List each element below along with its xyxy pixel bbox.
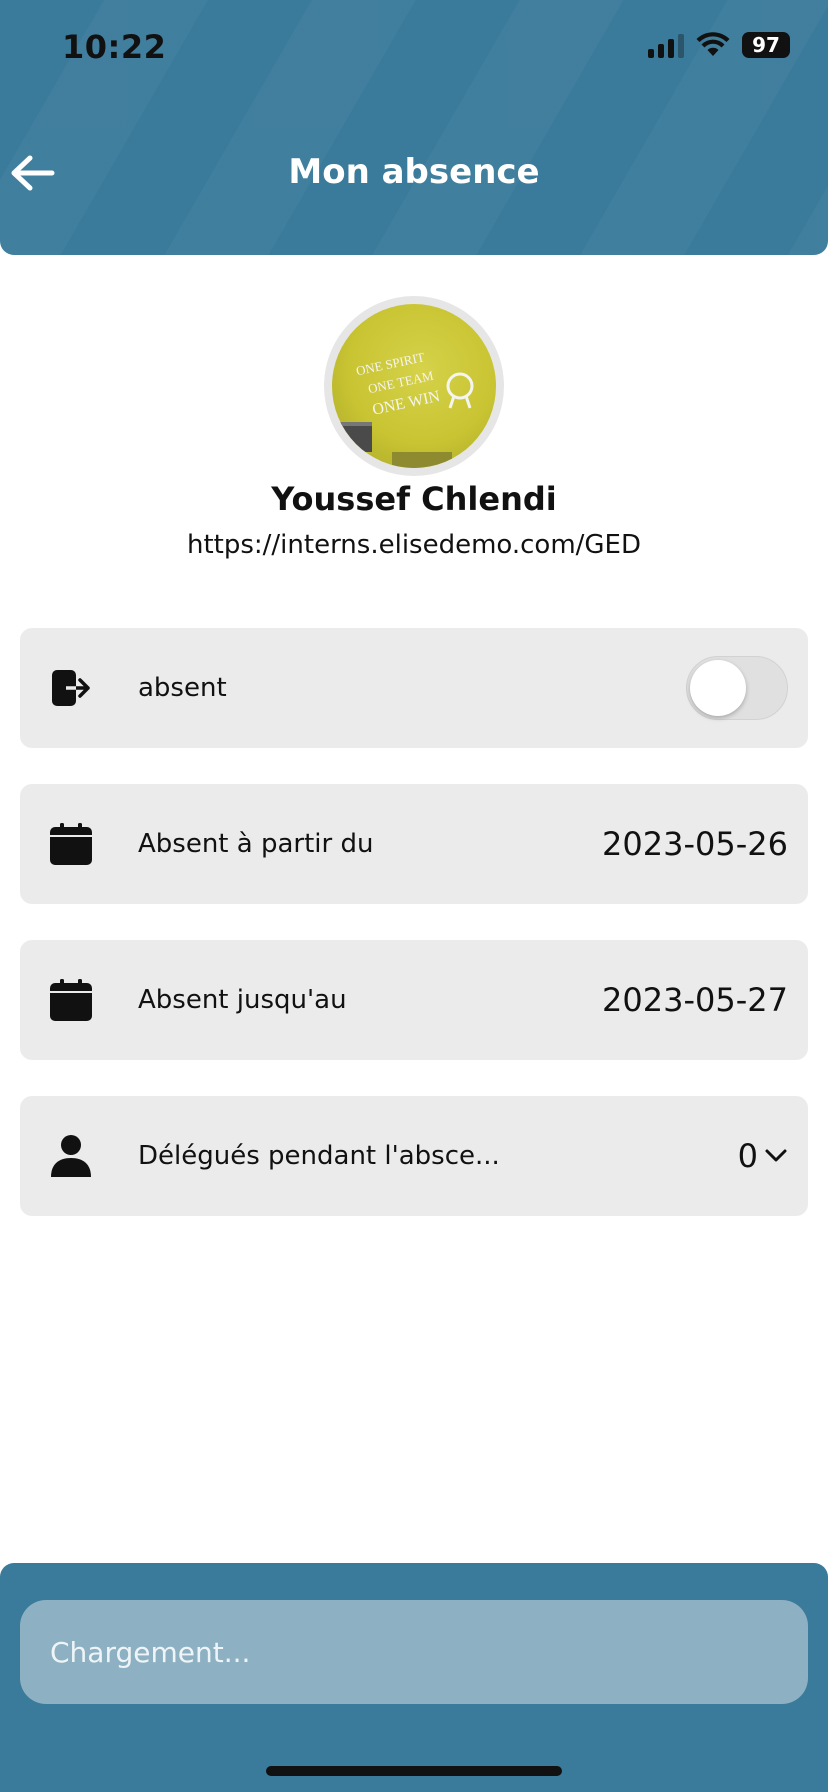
wifi-icon bbox=[696, 32, 730, 56]
absent-row: absent bbox=[20, 628, 808, 748]
status-time: 10:22 bbox=[62, 28, 167, 66]
status-icons: 97 bbox=[648, 32, 790, 58]
calendar-icon bbox=[48, 821, 94, 867]
delegates-row[interactable]: Délégués pendant l'absce... 0 bbox=[20, 1096, 808, 1216]
delegates-count: 0 bbox=[737, 1137, 758, 1175]
toggle-knob bbox=[690, 660, 746, 716]
absent-label: absent bbox=[138, 673, 227, 703]
sign-out-icon bbox=[48, 665, 94, 711]
absent-until-value[interactable]: 2023-05-27 bbox=[602, 981, 788, 1019]
absent-from-label: Absent à partir du bbox=[138, 829, 374, 859]
loading-toast: Chargement... bbox=[20, 1600, 808, 1704]
header: 10:22 97 Mon absence bbox=[0, 0, 828, 255]
avatar: ONE SPIRIT ONE TEAM ONE WIN bbox=[324, 296, 504, 476]
battery-icon: 97 bbox=[742, 32, 790, 58]
absent-from-value[interactable]: 2023-05-26 bbox=[602, 825, 788, 863]
user-name: Youssef Chlendi bbox=[271, 480, 557, 518]
avatar-photo: ONE SPIRIT ONE TEAM ONE WIN bbox=[332, 304, 496, 468]
cellular-signal-icon bbox=[648, 32, 684, 58]
person-icon bbox=[48, 1133, 94, 1179]
calendar-icon bbox=[48, 977, 94, 1023]
absent-until-row[interactable]: Absent jusqu'au 2023-05-27 bbox=[20, 940, 808, 1060]
absent-until-label: Absent jusqu'au bbox=[138, 985, 347, 1015]
chevron-down-icon bbox=[765, 1149, 787, 1162]
user-url: https://interns.elisedemo.com/GED bbox=[186, 530, 642, 560]
delegates-dropdown[interactable]: 0 bbox=[738, 1137, 788, 1175]
home-indicator[interactable] bbox=[266, 1766, 562, 1776]
page-title: Mon absence bbox=[288, 152, 540, 192]
absent-toggle[interactable] bbox=[686, 656, 788, 720]
absent-from-row[interactable]: Absent à partir du 2023-05-26 bbox=[20, 784, 808, 904]
delegates-label: Délégués pendant l'absce... bbox=[138, 1141, 500, 1171]
